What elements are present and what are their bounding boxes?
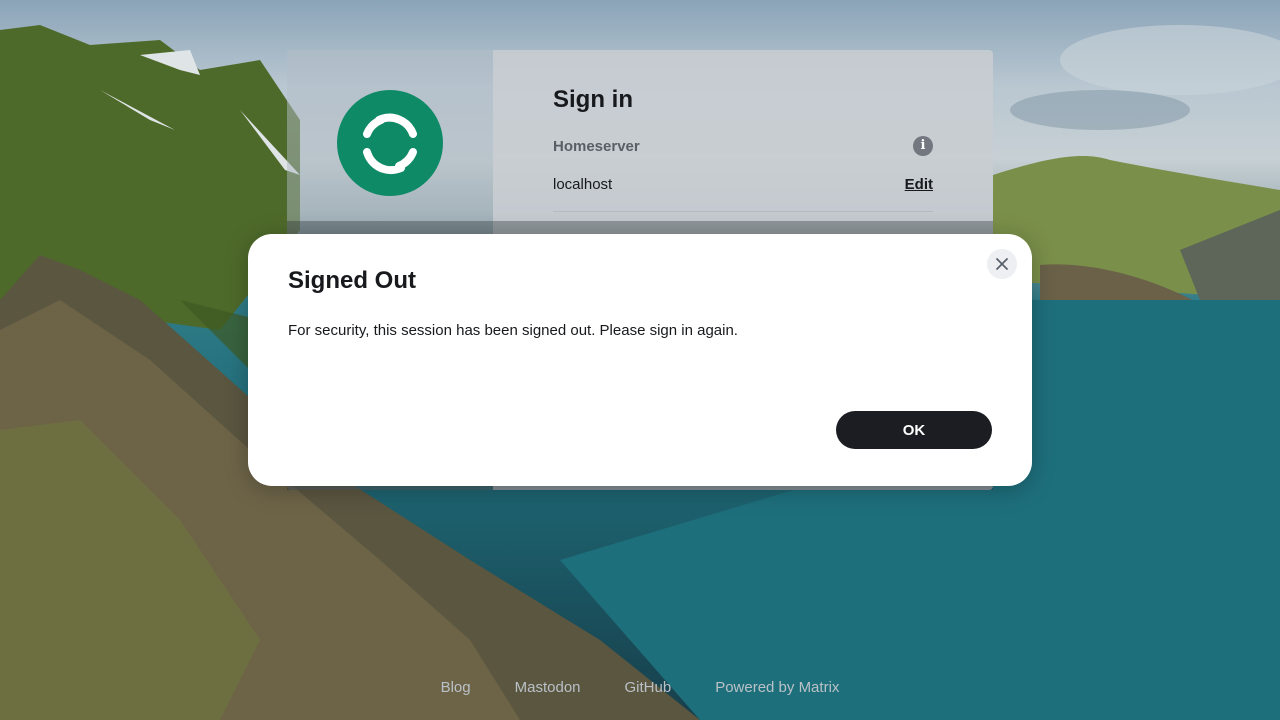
- close-button[interactable]: [987, 249, 1017, 279]
- homeserver-label: Homeserver: [553, 137, 640, 155]
- sign-in-heading: Sign in: [553, 86, 633, 113]
- server-row: localhost Edit: [553, 176, 933, 212]
- element-logo-icon: [337, 90, 443, 196]
- dialog-title: Signed Out: [288, 267, 416, 294]
- homeserver-row: Homeserver i: [553, 136, 933, 156]
- dialog-message: For security, this session has been sign…: [288, 322, 738, 339]
- footer-link-blog[interactable]: Blog: [441, 679, 471, 696]
- footer-link-mastodon[interactable]: Mastodon: [515, 679, 581, 696]
- footer-links: Blog Mastodon GitHub Powered by Matrix: [0, 679, 1280, 696]
- footer-link-powered-by-matrix[interactable]: Powered by Matrix: [715, 679, 839, 696]
- edit-server-link[interactable]: Edit: [905, 176, 933, 193]
- footer-link-github[interactable]: GitHub: [625, 679, 672, 696]
- close-icon: [996, 258, 1008, 270]
- ok-button[interactable]: OK: [836, 411, 992, 449]
- server-name: localhost: [553, 176, 613, 193]
- info-icon[interactable]: i: [913, 136, 933, 156]
- signed-out-dialog: Signed Out For security, this session ha…: [248, 234, 1032, 486]
